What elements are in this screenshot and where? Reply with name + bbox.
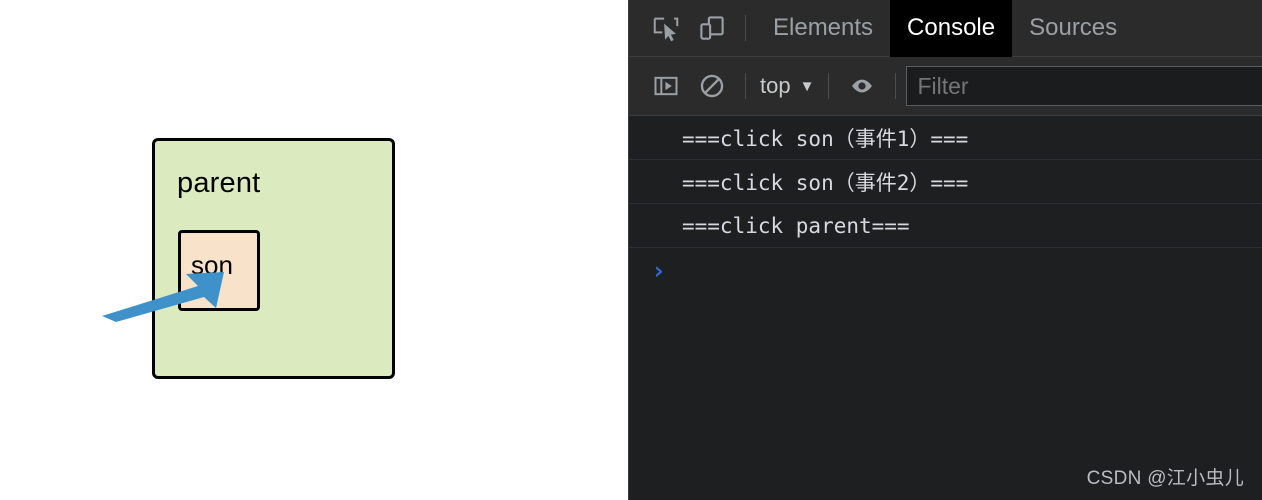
console-prompt-chevron-icon: › <box>651 255 667 285</box>
console-message-text: ===click parent=== <box>682 213 910 238</box>
inspect-element-icon[interactable] <box>643 5 689 51</box>
watermark-text: CSDN @江小虫儿 <box>1086 468 1244 489</box>
son-box-label: son <box>191 250 233 280</box>
console-filter-input[interactable] <box>906 66 1262 106</box>
console-message-row[interactable]: ===click parent=== <box>629 204 1262 248</box>
devtools-panel: Elements Console Sources top ▼ Filter ==… <box>628 0 1262 500</box>
screenshot-root: parent son Elements Console Sources top … <box>0 0 1262 500</box>
tab-sources[interactable]: Sources <box>1012 0 1134 57</box>
console-prompt-row[interactable]: › <box>629 248 1262 292</box>
tab-elements[interactable]: Elements <box>756 0 890 57</box>
console-sidebar-icon[interactable] <box>643 63 689 109</box>
inspect-element-icon-glyph <box>653 17 679 42</box>
eye-icon-glyph <box>852 79 873 93</box>
clear-console-icon-glyph <box>700 74 724 98</box>
chevron-down-icon: ▼ <box>799 77 815 95</box>
console-toolbar-divider-3 <box>895 73 897 99</box>
tabbar-divider <box>745 15 746 41</box>
execution-context-label: top <box>760 73 791 98</box>
console-message-text: ===click son（事件1）=== <box>682 126 969 151</box>
parent-box[interactable]: parent son <box>152 138 395 379</box>
execution-context-selector[interactable]: top ▼ <box>756 73 818 99</box>
console-message-row[interactable]: ===click son（事件2）=== <box>629 160 1262 204</box>
console-sidebar-icon-glyph <box>654 76 678 96</box>
console-prompt-input[interactable] <box>666 248 1262 292</box>
devtools-tabbar: Elements Console Sources <box>629 0 1262 57</box>
rendered-page-pane: parent son <box>0 0 628 500</box>
device-toolbar-icon-glyph <box>700 16 724 40</box>
console-toolbar-divider-1 <box>745 73 746 99</box>
console-message-list: ===click son（事件1）=== ===click son（事件2）==… <box>629 116 1262 292</box>
tab-console[interactable]: Console <box>890 0 1013 57</box>
son-box[interactable]: son <box>178 230 260 311</box>
console-message-text: ===click son（事件2）=== <box>682 170 969 195</box>
clear-console-icon[interactable] <box>689 63 735 109</box>
console-toolbar-divider-2 <box>828 73 830 99</box>
console-message-row[interactable]: ===click son（事件1）=== <box>629 116 1262 160</box>
parent-box-label: parent <box>177 167 261 199</box>
console-toolbar: top ▼ <box>629 57 1262 116</box>
live-expression-eye-icon[interactable] <box>839 63 885 109</box>
device-toolbar-icon[interactable] <box>689 5 735 51</box>
